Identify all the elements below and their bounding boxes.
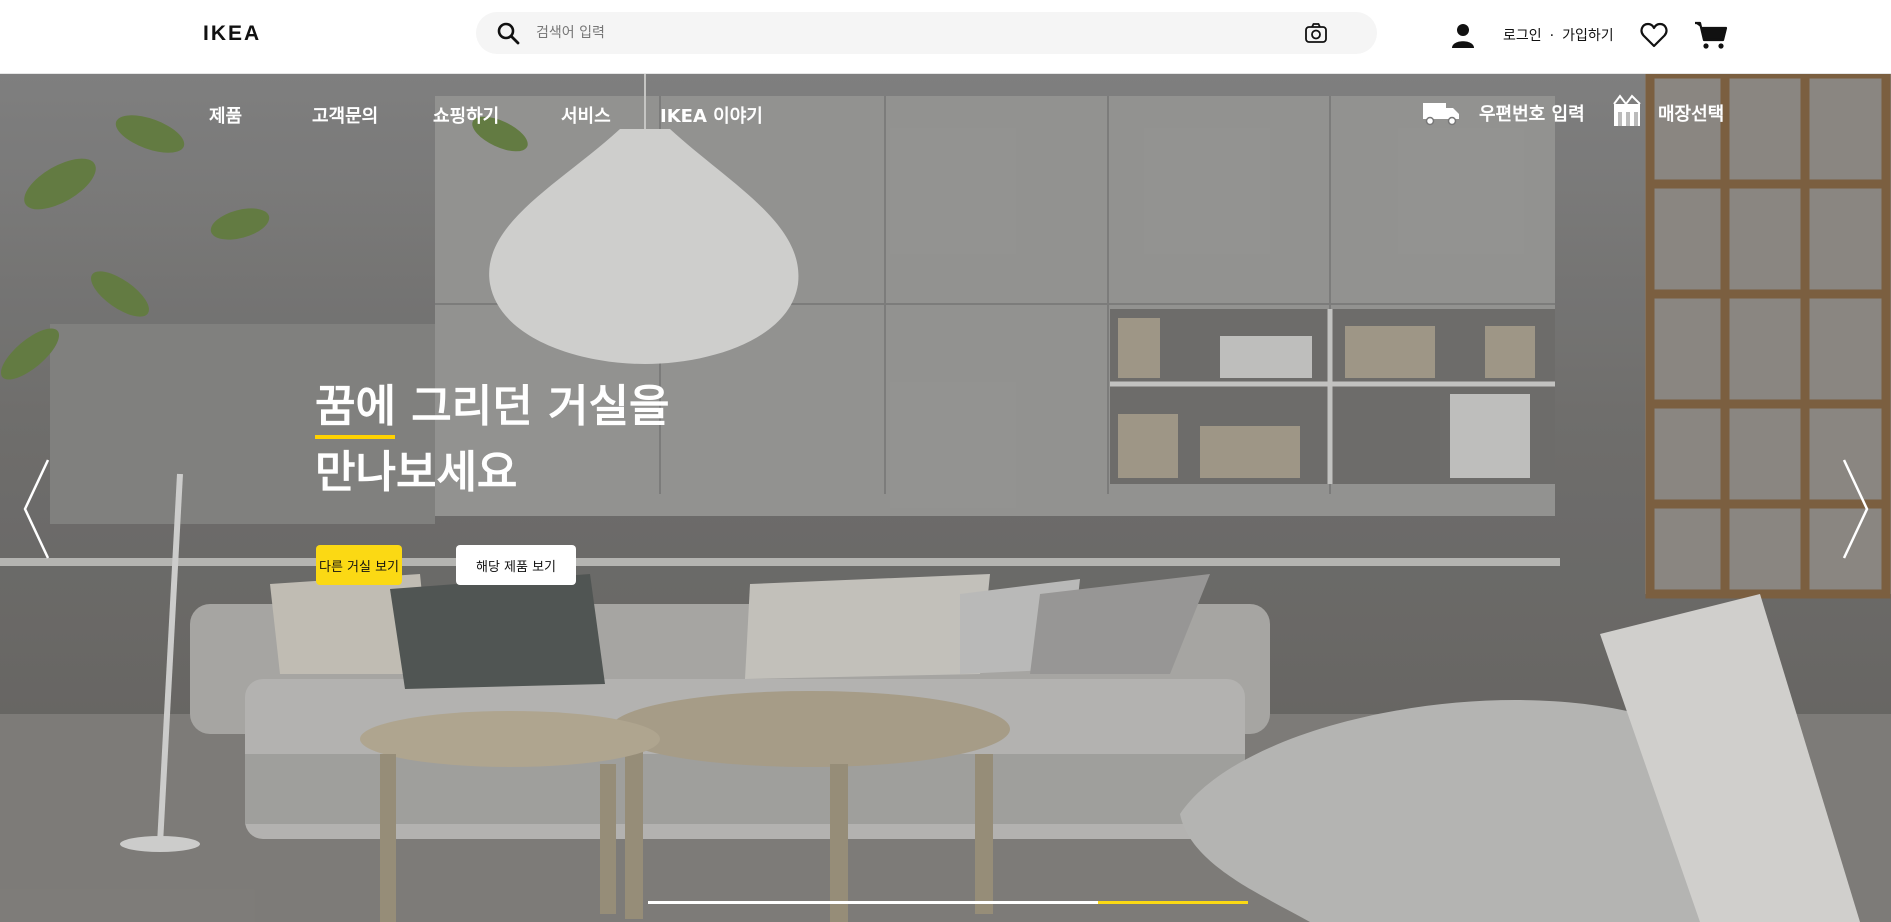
chevron-right-icon[interactable]	[1840, 458, 1870, 560]
login-link[interactable]: 로그인	[1503, 28, 1542, 44]
auth-links: 로그인 · 가입하기	[1503, 25, 1614, 45]
user-icon[interactable]	[1450, 22, 1476, 48]
search-bar[interactable]	[476, 12, 1377, 54]
top-bar: IKEA 로그인 · 가입하기	[0, 0, 1891, 74]
nav-item-products[interactable]: 제품	[209, 102, 242, 128]
hero-headline-line1: 꿈에 그리던 거실을	[315, 381, 670, 432]
hero-headline: 꿈에 그리던 거실을 만나보세요	[315, 374, 815, 506]
signup-link[interactable]: 가입하기	[1562, 28, 1614, 44]
truck-icon	[1423, 103, 1459, 126]
nav-item-ikea-story[interactable]: IKEA 이야기	[660, 102, 763, 128]
see-other-living-rooms-button[interactable]: 다른 거실 보기	[316, 545, 402, 585]
chevron-left-icon[interactable]	[22, 458, 52, 560]
hero-headline-line2: 만나보세요	[315, 447, 518, 498]
hero-image	[0, 74, 1891, 922]
ikea-logo[interactable]: IKEA	[203, 22, 261, 46]
camera-icon[interactable]	[1304, 22, 1328, 44]
headline-underline	[315, 435, 395, 439]
nav-item-shopping[interactable]: 쇼핑하기	[433, 102, 499, 128]
carousel-progress-fill	[1098, 901, 1248, 904]
search-icon[interactable]	[496, 21, 520, 45]
postal-code-link[interactable]: 우편번호 입력	[1479, 100, 1585, 126]
nav-item-customer-inquiry[interactable]: 고객문의	[312, 102, 378, 128]
auth-separator: ·	[1549, 28, 1555, 44]
search-input[interactable]	[536, 12, 1276, 54]
store-select-link[interactable]: 매장선택	[1658, 100, 1724, 126]
cart-icon[interactable]	[1694, 20, 1728, 50]
store-icon	[1613, 94, 1641, 126]
heart-icon[interactable]	[1640, 22, 1668, 48]
see-products-button[interactable]: 해당 제품 보기	[456, 545, 576, 585]
hero-banner[interactable]: 제품 고객문의 쇼핑하기 서비스 IKEA 이야기 우편번호 입력 매장선택 꿈…	[0, 74, 1891, 922]
carousel-progress	[648, 901, 1248, 904]
nav-item-services[interactable]: 서비스	[561, 102, 611, 128]
